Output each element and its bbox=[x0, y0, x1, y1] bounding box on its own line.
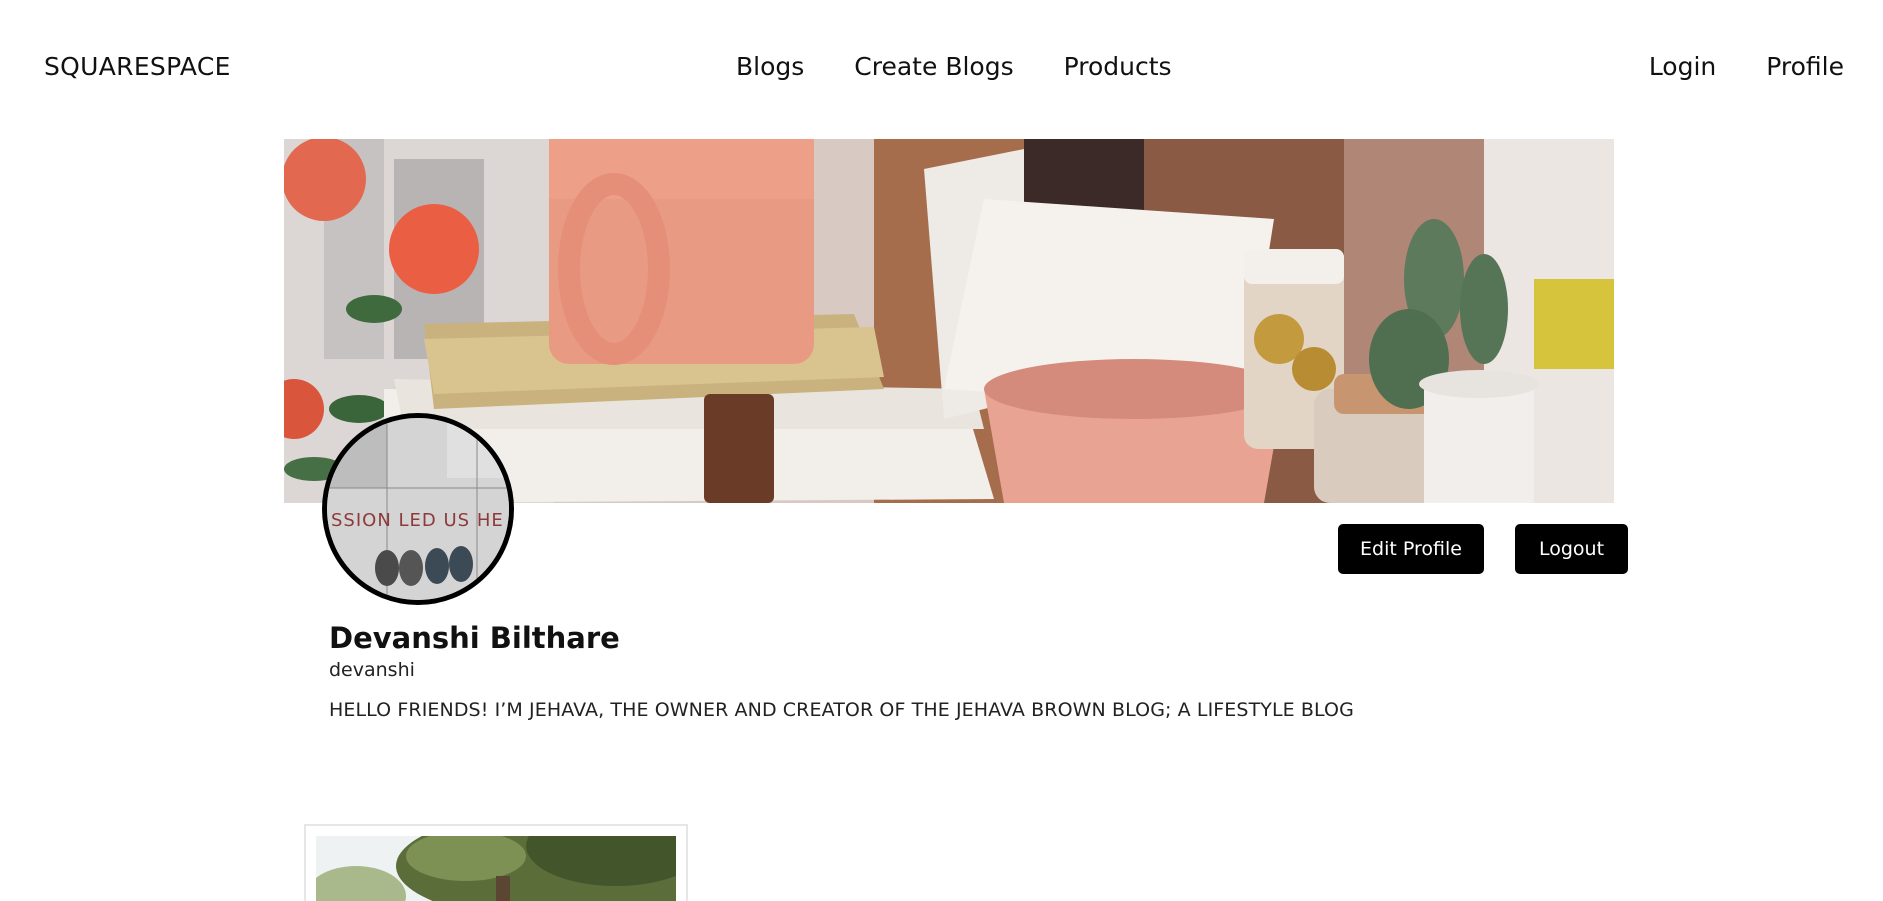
brand-logo[interactable]: SQUARESPACE bbox=[44, 52, 231, 81]
top-navbar: SQUARESPACE Blogs Create Blogs Products … bbox=[0, 0, 1883, 136]
logout-button[interactable]: Logout bbox=[1515, 524, 1628, 574]
profile-bio: HELLO FRIENDS! I’M JEHAVA, THE OWNER AND… bbox=[329, 699, 1354, 721]
profile-name: Devanshi Bilthare bbox=[329, 621, 620, 655]
blog-card-image bbox=[316, 836, 676, 901]
blog-card[interactable] bbox=[304, 824, 688, 901]
profile-avatar[interactable]: SSION LED US HE bbox=[322, 413, 514, 605]
edit-profile-button[interactable]: Edit Profile bbox=[1338, 524, 1484, 574]
nav-link-blogs[interactable]: Blogs bbox=[736, 52, 804, 81]
avatar-image-text: SSION LED US HE bbox=[331, 510, 504, 531]
nav-link-products[interactable]: Products bbox=[1064, 52, 1172, 81]
nav-link-profile[interactable]: Profile bbox=[1766, 52, 1844, 81]
nav-right-links: Login Profile bbox=[1649, 52, 1844, 81]
nav-link-login[interactable]: Login bbox=[1649, 52, 1716, 81]
nav-center-links: Blogs Create Blogs Products bbox=[736, 52, 1172, 81]
profile-username: devanshi bbox=[329, 659, 415, 681]
profile-page: SQUARESPACE Blogs Create Blogs Products … bbox=[0, 0, 1883, 901]
nav-link-create-blogs[interactable]: Create Blogs bbox=[854, 52, 1013, 81]
